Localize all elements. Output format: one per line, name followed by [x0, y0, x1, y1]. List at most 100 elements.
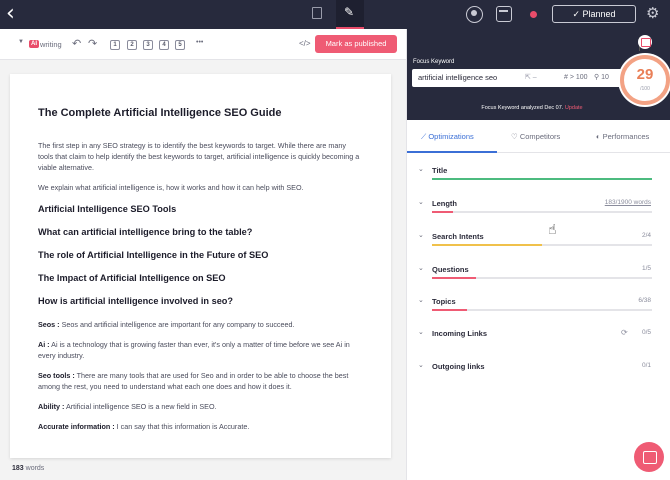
optimization-panel: Focus Keyword artificial intelligence se… [406, 29, 670, 480]
progress-bar [432, 211, 652, 213]
section-heading[interactable]: Artificial Intelligence SEO Tools [38, 204, 363, 214]
optimization-label: Length [432, 199, 457, 208]
optimization-row[interactable]: ⌄ Incoming Links ⟳ 0/5 [407, 320, 670, 350]
intro-paragraph[interactable]: The first step in any SEO strategy is to… [38, 140, 363, 173]
tab-label: Optimizations [428, 132, 474, 141]
chat-icon[interactable] [634, 442, 664, 472]
optimization-count: 1/5 [641, 265, 651, 272]
heading-1-button[interactable]: 1 [110, 40, 120, 50]
update-link[interactable]: Update [565, 105, 583, 111]
optimization-row[interactable]: ⌄ Outgoing links 0/1 [407, 353, 670, 383]
optimization-row[interactable]: ⌄ Topics 6/38 [407, 288, 670, 318]
progress-fill [432, 277, 476, 279]
calendar-button-icon[interactable] [638, 35, 652, 49]
chevron-down-icon[interactable]: ⌄ [418, 264, 424, 272]
definition-term: Ai : [38, 340, 50, 349]
optimization-row[interactable]: ⌄ Questions 1/5 [407, 256, 670, 286]
heading-3-button[interactable]: 3 [143, 40, 153, 50]
gear-icon[interactable]: ⚙ [646, 4, 659, 22]
volume-metric: # > 100 [564, 74, 588, 81]
heading-5-button[interactable]: 5 [175, 40, 185, 50]
definition-paragraph[interactable]: Ai : Ai is a technology that is growing … [38, 339, 363, 361]
chevron-down-icon[interactable]: ⌄ [418, 198, 424, 206]
intro-paragraph-2[interactable]: We explain what artificial intelligence … [38, 182, 363, 193]
mode-label[interactable]: writing [40, 40, 62, 49]
shield-icon: ♡ [511, 132, 518, 141]
document-title[interactable]: The Complete Artificial Intelligence SEO… [38, 107, 363, 119]
tab-competitors[interactable]: ♡ Competitors [511, 132, 560, 141]
definition-paragraph[interactable]: Accurate information : I can say that th… [38, 421, 363, 432]
optimization-label: Outgoing links [432, 362, 485, 371]
document-page[interactable]: The Complete Artificial Intelligence SEO… [10, 74, 391, 458]
focus-keyword-value: artificial intelligence seo [418, 73, 498, 82]
tab-label: Performances [602, 132, 650, 141]
optimization-count: 0/1 [641, 362, 651, 369]
tab-label: Competitors [519, 132, 561, 141]
tab-performances[interactable]: ◐ Performances [596, 132, 649, 141]
document-icon[interactable] [312, 7, 322, 19]
optimization-count: 0/5 [641, 329, 651, 336]
hand-cursor-icon: ☝ [548, 222, 557, 238]
mark-as-published-button[interactable]: Mark as published [315, 35, 397, 53]
definition-term: Seo tools : [38, 371, 75, 380]
top-bar: ‹ ✎ ✓ Planned ⚙ [0, 0, 670, 29]
chevron-down-icon[interactable]: ⌄ [418, 231, 424, 239]
progress-fill [432, 211, 454, 213]
back-icon[interactable]: ‹ [6, 3, 15, 25]
definition-text: Artificial intelligence SEO is a new fie… [64, 402, 217, 411]
score-value: 29 [636, 66, 654, 83]
chart-icon: ⟋ [421, 132, 427, 141]
progress-bar [432, 244, 652, 246]
optimization-label: Questions [432, 265, 469, 274]
user-icon[interactable] [466, 6, 483, 23]
section-heading[interactable]: What can artificial intelligence bring t… [38, 227, 363, 237]
optimization-row[interactable]: ⌄ Length 183/1900 words [407, 190, 670, 220]
optimization-count: 6/38 [638, 297, 651, 304]
editor-toolbar: ▼ AI writing ↶ ↷ 1 2 3 4 5 ••• </> Mark … [0, 29, 406, 60]
difficulty-metric: ⇱ – [525, 74, 537, 81]
section-heading[interactable]: The Impact of Artificial Intelligence on… [38, 273, 363, 283]
definition-term: Seos : [38, 320, 60, 329]
definition-paragraph[interactable]: Seo tools : There are many tools that ar… [38, 370, 363, 392]
optimization-count: 2/4 [641, 232, 651, 239]
edit-tab[interactable]: ✎ [336, 0, 364, 29]
word-count-value: 183 [12, 465, 24, 472]
definition-term: Accurate information : [38, 422, 115, 431]
definition-paragraph[interactable]: Seos : Seos and artificial intelligence … [38, 319, 363, 330]
editor-area: The Complete Artificial Intelligence SEO… [0, 60, 406, 480]
definition-text: Seos and artificial intelligence are imp… [59, 320, 295, 329]
redo-icon[interactable]: ↷ [88, 37, 97, 50]
sync-icon[interactable]: ⟳ [621, 328, 628, 337]
optimization-row[interactable]: ⌄ Search Intents 2/4 [407, 223, 670, 253]
score-gauge: 29 /100 [620, 55, 670, 105]
optimization-row[interactable]: ⌄ Title [407, 157, 670, 187]
focus-keyword-input[interactable]: artificial intelligence seo ⇱ – # > 100 … [412, 69, 622, 87]
progress-bar [432, 277, 652, 279]
chevron-down-icon[interactable]: ⌄ [418, 165, 424, 173]
undo-icon[interactable]: ↶ [72, 37, 81, 50]
focus-keyword-label: Focus Keyword [413, 59, 455, 65]
ai-badge[interactable]: AI [29, 40, 39, 48]
heading-2-button[interactable]: 2 [127, 40, 137, 50]
code-icon[interactable]: </> [299, 39, 311, 48]
planned-button[interactable]: ✓ Planned [552, 5, 636, 23]
calendar-icon[interactable] [496, 6, 512, 22]
section-heading[interactable]: How is artificial intelligence involved … [38, 296, 363, 306]
chevron-down-icon[interactable]: ⌄ [418, 328, 424, 336]
definition-paragraph[interactable]: Ability : Artificial intelligence SEO is… [38, 401, 363, 412]
panel-tabs: ⟋ Optimizations ♡ Competitors ◐ Performa… [407, 120, 670, 153]
tab-optimizations[interactable]: ⟋ Optimizations [421, 132, 474, 142]
dropdown-caret-icon[interactable]: ▼ [18, 39, 24, 45]
definition-text: I can say that this information is Accur… [114, 422, 250, 431]
chevron-down-icon[interactable]: ⌄ [418, 296, 424, 304]
gauge-icon: ◐ [596, 132, 601, 141]
analyzed-text: Focus Keyword analyzed Dec 07. [481, 105, 564, 111]
status-dot [530, 11, 537, 18]
progress-fill [432, 244, 542, 246]
optimization-label: Title [432, 166, 448, 175]
chevron-down-icon[interactable]: ⌄ [418, 361, 424, 369]
heading-4-button[interactable]: 4 [159, 40, 169, 50]
section-heading[interactable]: The role of Artificial Intelligence in t… [38, 250, 363, 260]
more-icon[interactable]: ••• [196, 39, 203, 46]
analyzed-status: Focus Keyword analyzed Dec 07. Update [407, 105, 657, 111]
